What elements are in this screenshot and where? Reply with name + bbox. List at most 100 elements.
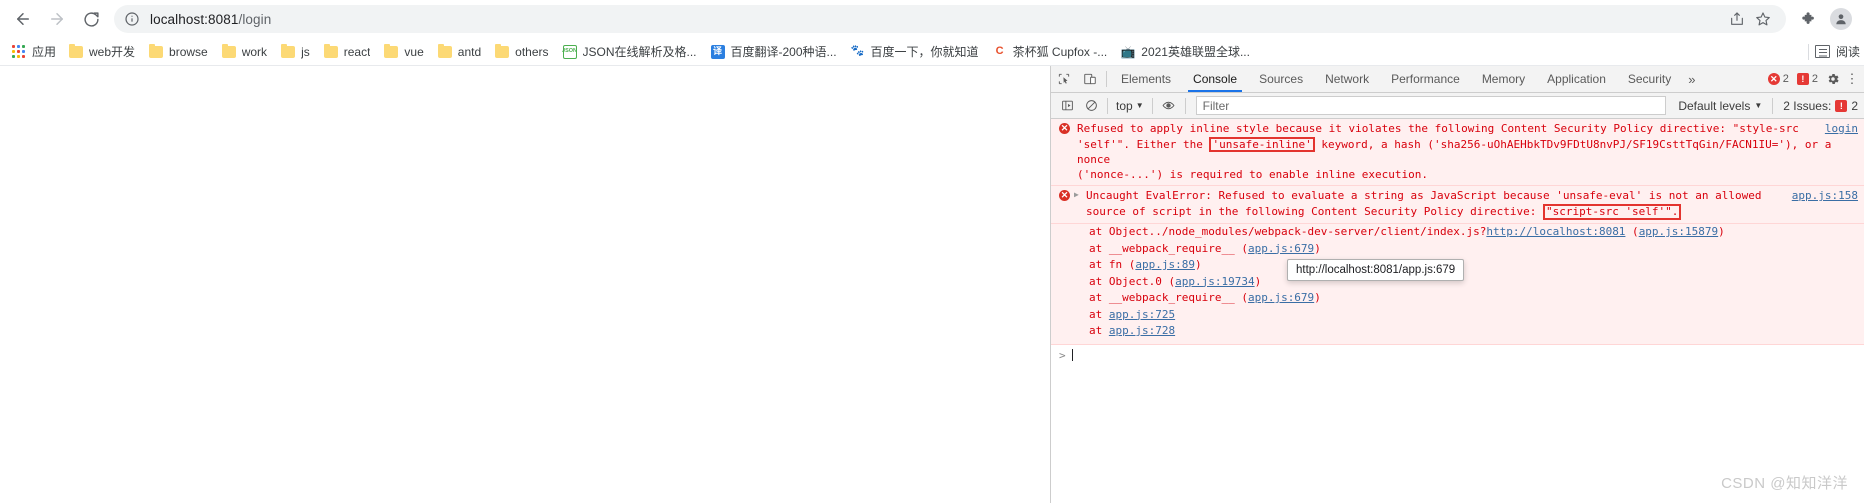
devtools-tab-sources[interactable]: Sources [1248,66,1314,92]
apps-shortcut[interactable]: 应用 [6,41,62,62]
stack-frame-text: at [1089,324,1109,338]
device-toolbar-icon[interactable] [1077,66,1103,92]
stack-frame-link[interactable]: app.js:679 [1248,291,1314,304]
execution-context-select[interactable]: top ▼ [1112,99,1148,113]
console-error-message[interactable]: ✕ login Refused to apply inline style be… [1051,119,1864,187]
cupfox-favicon: C [992,44,1007,59]
clear-console-icon[interactable] [1079,94,1103,118]
reading-list-icon[interactable] [1814,45,1830,58]
console-filter-bar: top ▼ Filter Default levels ▼ 2 Issues: … [1051,93,1864,119]
stack-frame-link[interactable]: http://localhost:8081 [1486,225,1625,238]
highlight-script-src-self: "script-src 'self'". [1542,204,1682,220]
issues-indicator[interactable]: 2 Issues: ! 2 [1777,99,1864,113]
bookmark-label: 茶杯狐 Cupfox -... [1012,45,1108,59]
address-bar[interactable]: localhost:8081/login [114,5,1786,33]
devtools-tab-elements[interactable]: Elements [1110,66,1182,92]
chevron-down-icon: ▼ [1754,101,1763,110]
forward-button[interactable] [40,2,74,36]
bookmark-item[interactable]: web开发 [62,41,142,62]
error-count: 2 [1782,73,1789,85]
console-source-link[interactable]: login [1825,122,1858,137]
bookmark-label: antd [457,44,482,59]
devtools-tab-performance[interactable]: Performance [1380,66,1471,92]
bookmark-item[interactable]: C 茶杯狐 Cupfox -... [986,41,1115,62]
stack-frame-text: at [1089,307,1109,321]
puzzle-icon[interactable] [1794,4,1824,34]
bookmark-label: js [301,44,310,59]
toolbar-right-actions [1794,4,1864,34]
stack-frame-link[interactable]: app.js:725 [1109,308,1175,321]
divider [1772,97,1774,114]
log-levels-select[interactable]: Default levels ▼ [1672,99,1768,113]
devtools-tab-memory[interactable]: Memory [1471,66,1536,92]
stack-frame-link[interactable]: app.js:728 [1109,324,1175,337]
devtools-tab-console[interactable]: Console [1182,66,1248,92]
back-button[interactable] [6,2,40,36]
omnibox-actions [1724,6,1776,32]
bookmark-item[interactable]: react [317,43,378,61]
kebab-menu-icon[interactable]: ⋮ [1844,71,1860,87]
console-filter-input[interactable]: Filter [1195,96,1667,115]
console-sidebar-icon[interactable] [1055,94,1079,118]
star-icon[interactable] [1750,6,1776,32]
devtools-tab-security[interactable]: Security [1617,66,1682,92]
devtools-tab-application[interactable]: Application [1536,66,1617,92]
issues-label: 2 Issues: [1783,98,1832,113]
bookmark-label: browse [169,44,208,59]
bookmark-label: react [343,44,371,59]
console-prompt[interactable]: > [1051,345,1864,366]
console-error-message[interactable]: ✕ ▶ app.js:158 Uncaught EvalError: Refus… [1051,186,1864,225]
divider [1107,97,1108,114]
stack-close-paren: ) [1314,241,1321,255]
stack-frame-link[interactable]: app.js:19734 [1175,275,1254,288]
stack-frame: at app.js:728 [1089,323,1858,340]
live-expression-eye-icon[interactable] [1157,94,1181,118]
folder-icon [221,43,236,58]
bookmark-item[interactable]: js [274,43,317,61]
message-line-1: Refused to apply inline style because it… [1077,122,1799,135]
bookmark-item[interactable]: vue [377,43,430,61]
folder-icon [495,43,510,58]
avatar-icon[interactable] [1830,8,1852,30]
stack-close-paren: ) [1718,225,1725,239]
url-host: localhost:8081 [150,11,239,27]
stack-frame-text: at Object../node_modules/webpack-dev-ser… [1089,225,1487,239]
console-message-text: Uncaught EvalError: Refused to evaluate … [1077,189,1858,220]
warning-badge[interactable]: ! 2 [1796,73,1818,85]
stack-frame-link[interactable]: app.js:679 [1248,242,1314,255]
info-circle-icon[interactable] [124,11,140,27]
error-badge[interactable]: ✕ 2 [1767,73,1789,85]
message-line-2-pre: source of script in the following Conten… [1086,205,1543,219]
prompt-chevron-icon: > [1059,348,1066,362]
console-source-link[interactable]: app.js:158 [1792,189,1858,204]
folder-icon [384,43,399,58]
devtools-status-badges: ✕ 2 ! 2 ⋮ [1764,66,1864,92]
gear-icon[interactable] [1822,72,1844,86]
bookmark-item[interactable]: antd [431,43,488,61]
error-circle-icon: ✕ [1767,73,1780,85]
stack-frame-link[interactable]: app.js:15879 [1639,225,1718,238]
chevron-double-right-icon[interactable]: » [1682,66,1701,92]
divider [1184,97,1186,114]
url-text: localhost:8081/login [150,12,271,27]
bookmark-item[interactable]: JSON JSON在线解析及格... [556,41,704,62]
console-message-list[interactable]: ✕ login Refused to apply inline style be… [1051,119,1864,503]
text-cursor [1071,349,1073,362]
expand-arrow-icon[interactable]: ▶ [1074,190,1079,201]
folder-icon [437,43,452,58]
bookmark-item[interactable]: work [215,43,274,61]
bookmark-item[interactable]: 译 百度翻译-200种语... [704,41,844,62]
bookmark-item[interactable]: others [488,43,555,61]
bookmarks-bar-right: 阅读 [1802,43,1864,60]
inspect-element-icon[interactable] [1051,66,1077,92]
bookmarks-bar: 应用 web开发 browse work js react vue antd o… [0,38,1864,66]
devtools-tab-network[interactable]: Network [1314,66,1380,92]
reload-button[interactable] [74,2,108,36]
share-icon[interactable] [1724,6,1750,32]
stack-frame-link[interactable]: app.js:89 [1135,258,1195,271]
bookmark-item[interactable]: 📺 2021英雄联盟全球... [1114,41,1257,62]
bookmark-item[interactable]: 🐾 百度一下，你就知道 [844,41,986,62]
bookmark-label: vue [404,44,424,59]
issues-count: 2 [1851,98,1858,113]
bookmark-item[interactable]: browse [142,43,215,61]
